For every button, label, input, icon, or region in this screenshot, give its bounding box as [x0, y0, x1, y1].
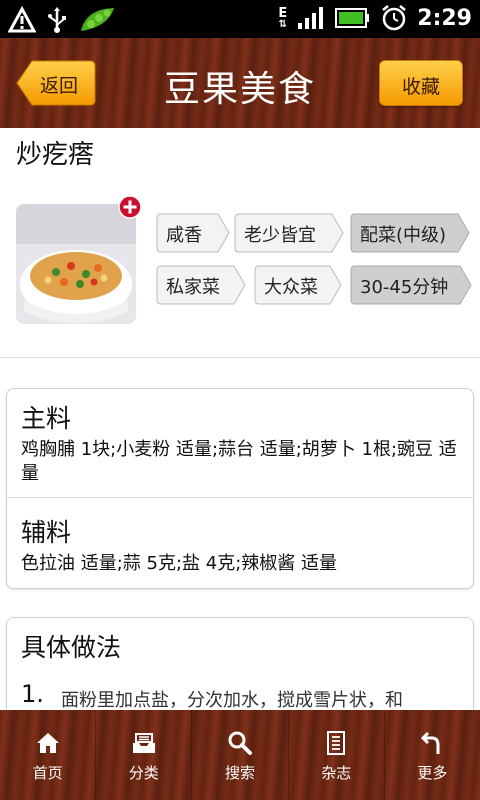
battery-icon: [335, 8, 370, 28]
signal-icon: [298, 7, 324, 29]
favorite-button[interactable]: 收藏: [379, 60, 463, 106]
tag-chip[interactable]: 30-45分钟: [350, 265, 472, 305]
alarm-icon: [382, 5, 407, 31]
nav-search[interactable]: 搜索: [191, 710, 287, 800]
recipe-photo[interactable]: [16, 204, 136, 324]
more-icon: [421, 731, 440, 754]
pea-pod-icon: [81, 8, 114, 31]
aux-ingredients-title: 辅料: [21, 518, 72, 547]
recipe-content[interactable]: 炒疙瘩 咸香 老少皆宜 配菜(中级) 私家菜 大众菜 30-45分钟 主料 鸡胸…: [0, 128, 480, 710]
nav-label: 更多: [417, 764, 448, 782]
nav-magazine[interactable]: 杂志: [287, 710, 384, 800]
recipe-title: 炒疙瘩: [16, 140, 95, 170]
method-title: 具体做法: [21, 633, 122, 662]
nav-more[interactable]: 更多: [383, 710, 480, 800]
nav-category[interactable]: 分类: [95, 710, 191, 800]
home-icon: [36, 733, 59, 753]
favorite-button-label: 收藏: [401, 76, 440, 98]
nav-label: 杂志: [321, 764, 352, 782]
step-number: 1.: [21, 680, 44, 708]
tag-chip[interactable]: 配菜(中级): [350, 213, 470, 253]
nav-label: 分类: [128, 764, 159, 782]
warning-icon: [8, 6, 36, 33]
nav-home[interactable]: 首页: [0, 710, 95, 800]
nav-label: 首页: [32, 764, 63, 782]
section-divider: [0, 357, 480, 358]
tray-icon: [132, 733, 155, 753]
tag-chip[interactable]: 大众菜: [254, 265, 342, 305]
tag-chip[interactable]: 老少皆宜: [234, 213, 344, 253]
app-header: 返回 豆果美食 收藏: [0, 38, 480, 128]
magazine-icon: [327, 731, 346, 755]
search-icon: [228, 731, 252, 755]
tag-chip[interactable]: 咸香: [156, 213, 230, 253]
method-card: 具体做法 1. 面粉里加点盐，分次加水，搅成雪片状，和: [6, 617, 474, 710]
dish-image: [16, 204, 136, 324]
aux-ingredients-text: 色拉油 适量;蒜 5克;盐 4克;辣椒酱 适量: [21, 553, 337, 574]
network-indicator: E ⇅: [278, 5, 288, 30]
bottom-nav: 首页 分类 搜索 杂志 更多: [0, 710, 480, 800]
usb-icon: [48, 7, 66, 33]
nav-label: 搜索: [225, 764, 256, 782]
ingredients-card: 主料 鸡胸脯 1块;小麦粉 适量;蒜台 适量;胡萝卜 1根;豌豆 适量 辅料 色…: [6, 388, 474, 589]
card-separator: [7, 497, 473, 498]
tag-chip[interactable]: 私家菜: [156, 265, 246, 305]
main-ingredients-title: 主料: [21, 404, 72, 433]
step-text: 面粉里加点盐，分次加水，搅成雪片状，和: [61, 690, 403, 710]
add-icon[interactable]: [118, 195, 142, 219]
main-ingredients-text: 鸡胸脯 1块;小麦粉 适量;蒜台 适量;胡萝卜 1根;豌豆 适量: [21, 439, 457, 484]
clock: 2:29: [417, 5, 472, 31]
status-bar: E ⇅ 2:29: [0, 0, 480, 38]
